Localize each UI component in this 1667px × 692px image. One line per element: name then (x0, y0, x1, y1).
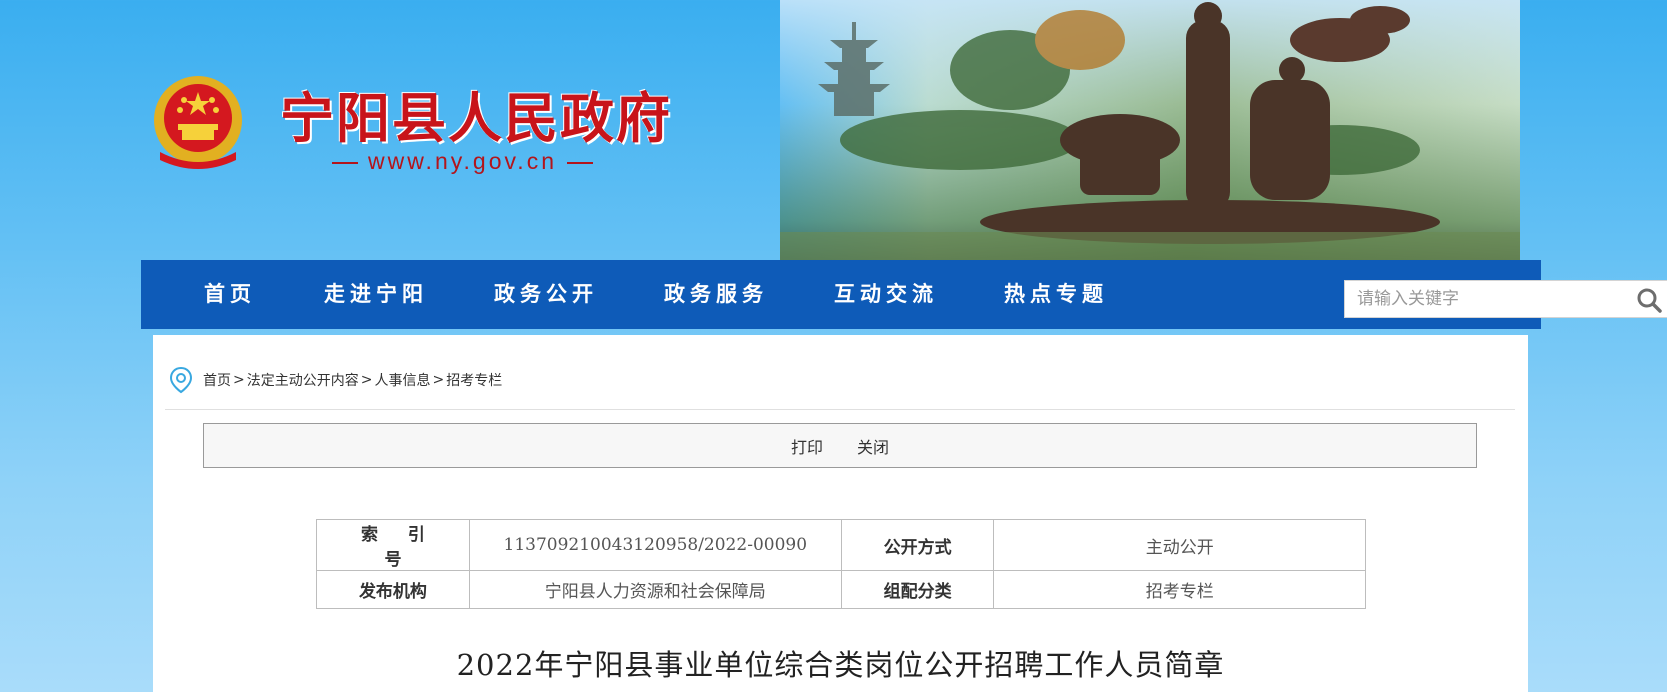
print-button[interactable]: 打印 (791, 434, 823, 458)
article-title: 2022年宁阳县事业单位综合类岗位公开招聘工作人员简章 (456, 648, 1225, 682)
breadcrumb-personnel-info[interactable]: 人事信息 (374, 370, 430, 390)
search-input[interactable] (1345, 281, 1625, 317)
scenery-illustration (780, 2, 1520, 260)
main-nav: 首页 走进宁阳 政务公开 政务服务 互动交流 热点专题 (141, 260, 1667, 329)
national-emblem-icon (154, 76, 242, 169)
header-banner: 宁阳县人民政府 www.ny.gov.cn (0, 0, 1667, 260)
disclosure-method-label: 公开方式 (840, 519, 995, 571)
metadata-table: 索引号 113709210043120958/2022-00090 公开方式 主… (316, 519, 1366, 609)
breadcrumb-separator: > (432, 372, 445, 388)
close-button[interactable]: 关闭 (857, 434, 889, 458)
publisher-value: 宁阳县人力资源和社会保障局 (468, 570, 842, 609)
location-pin-icon (169, 366, 193, 394)
nav-item-home[interactable]: 首页 (204, 260, 256, 329)
breadcrumb-divider (165, 409, 1515, 410)
nav-item-hot-topics[interactable]: 热点专题 (1004, 260, 1108, 329)
url-dash-right (566, 161, 593, 164)
index-number-value: 113709210043120958/2022-00090 (468, 519, 842, 571)
main-content: 首页 > 法定主动公开内容 > 人事信息 > 招考专栏 打印 关闭 索引号 11… (153, 335, 1528, 692)
disclosure-method-value: 主动公开 (993, 519, 1366, 571)
search-box (1344, 280, 1667, 318)
site-title: 宁阳县人民政府 (280, 87, 672, 150)
publisher-label: 发布机构 (316, 570, 470, 609)
nav-item-gov-affairs[interactable]: 政务公开 (494, 260, 598, 329)
nav-item-about[interactable]: 走进宁阳 (324, 260, 428, 329)
nav-item-gov-services[interactable]: 政务服务 (664, 260, 768, 329)
search-icon[interactable] (1635, 286, 1663, 314)
site-url-text: www.ny.gov.cn (368, 148, 557, 174)
breadcrumb-separator: > (233, 372, 245, 388)
breadcrumb-recruitment[interactable]: 招考专栏 (446, 370, 502, 390)
breadcrumb-home[interactable]: 首页 (203, 370, 231, 390)
table-row: 发布机构 宁阳县人力资源和社会保障局 组配分类 招考专栏 (316, 570, 1366, 609)
index-number-label: 索引号 (316, 519, 470, 571)
category-label: 组配分类 (840, 570, 995, 609)
scenery-image (780, 0, 1520, 260)
article-toolbar: 打印 关闭 (203, 423, 1477, 468)
breadcrumb: 首页 > 法定主动公开内容 > 人事信息 > 招考专栏 (169, 365, 502, 395)
breadcrumb-separator: > (360, 372, 373, 388)
table-row: 索引号 113709210043120958/2022-00090 公开方式 主… (316, 519, 1366, 571)
nav-item-interaction[interactable]: 互动交流 (834, 260, 938, 329)
category-value: 招考专栏 (993, 570, 1366, 609)
breadcrumb-statutory-disclosure[interactable]: 法定主动公开内容 (247, 370, 359, 390)
site-url: www.ny.gov.cn (322, 148, 603, 175)
url-dash-left (332, 161, 358, 164)
